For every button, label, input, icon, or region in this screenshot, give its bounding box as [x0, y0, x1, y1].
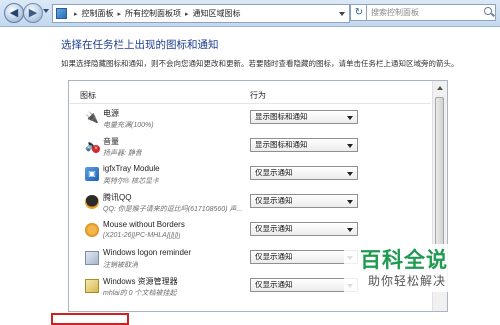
- column-header-icons: 图标: [80, 91, 96, 100]
- scroll-up-icon[interactable]: [437, 86, 443, 90]
- item-name: Windows logon reminder: [103, 248, 192, 257]
- item-description: 英特尔® 核芯显卡: [103, 178, 160, 185]
- windows-explorer-icon: [85, 279, 99, 293]
- item-description: [X201-26][PC-MHLA][][][]: [103, 232, 181, 239]
- watermark-logo-text: 百科全说: [360, 248, 448, 272]
- scroll-thumb[interactable]: [435, 97, 444, 267]
- list-item: ▣ igfxTray Module 英特尔® 核芯显卡 仅显示通知: [69, 163, 431, 191]
- breadcrumb-separator[interactable]: ▸: [185, 11, 189, 18]
- address-dropdown-icon[interactable]: [339, 12, 345, 16]
- mute-badge-icon: ×: [92, 145, 100, 153]
- control-panel-icon: [56, 8, 67, 19]
- watermark-slogan: 助你轻松解决: [368, 274, 447, 288]
- column-header-behavior: 行为: [250, 91, 266, 100]
- power-icon: 🔌: [85, 112, 99, 124]
- breadcrumb-control-panel[interactable]: 控制面板: [82, 9, 114, 18]
- item-description: QQ: 你是猴子请来的逗比吗(617108560) 声...: [103, 206, 243, 213]
- volume-icon: 🔈×: [85, 139, 100, 153]
- header-divider: [69, 103, 431, 104]
- item-name: 电源: [103, 109, 119, 118]
- list-item: Mouse without Borders [X201-26][PC-MHLA]…: [69, 219, 431, 247]
- behavior-select[interactable]: 仅显示通知: [250, 250, 358, 264]
- back-button[interactable]: ◀: [4, 3, 24, 23]
- behavior-select[interactable]: 仅显示通知: [250, 194, 358, 208]
- behavior-select[interactable]: 显示图标和通知: [250, 110, 358, 124]
- item-name: Mouse without Borders: [103, 220, 185, 229]
- behavior-select[interactable]: 仅显示通知: [250, 166, 358, 180]
- item-name: 腾讯QQ: [103, 193, 132, 202]
- recent-pages-dropdown[interactable]: [43, 9, 49, 13]
- search-icon[interactable]: [484, 7, 492, 15]
- behavior-select[interactable]: 仅显示通知: [250, 278, 358, 292]
- breadcrumb-separator[interactable]: ▸: [118, 11, 122, 18]
- list-item: 腾讯QQ QQ: 你是猴子请来的逗比吗(617108560) 声... 仅显示通…: [69, 191, 431, 219]
- breadcrumb-notification-icons[interactable]: 通知区域图标: [193, 9, 241, 18]
- intel-graphics-icon: ▣: [85, 167, 99, 181]
- mouse-without-borders-icon: [85, 223, 99, 237]
- item-description: 扬声器: 静音: [103, 150, 142, 157]
- qq-icon: [85, 195, 99, 209]
- item-description: mhlai的 0 个文档被挂起: [103, 290, 177, 297]
- item-description: 电量充满(100%): [103, 122, 154, 129]
- breadcrumb-all-items[interactable]: 所有控制面板项: [125, 9, 181, 18]
- item-name: Windows 资源管理器: [103, 277, 178, 286]
- list-item: 🔌 电源 电量充满(100%) 显示图标和通知: [69, 107, 431, 135]
- item-description: 注销被取消: [103, 262, 138, 269]
- search-input[interactable]: 搜索控制面板: [366, 4, 496, 21]
- breadcrumb-separator[interactable]: ▸: [74, 11, 78, 18]
- list-item: 🔈× 音量 扬声器: 静音 显示图标和通知: [69, 135, 431, 163]
- forward-button[interactable]: ▶: [23, 3, 43, 23]
- behavior-select[interactable]: 显示图标和通知: [250, 138, 358, 152]
- highlight-box: [51, 313, 129, 325]
- search-placeholder: 搜索控制面板: [371, 8, 419, 17]
- item-name: 音量: [103, 137, 119, 146]
- behavior-select[interactable]: 仅显示通知: [250, 222, 358, 236]
- address-bar[interactable]: ▸ 控制面板 ▸ 所有控制面板项 ▸ 通知区域图标: [52, 4, 350, 23]
- page-description: 如果选择隐藏图标和通知，则不会向您通知更改和更新。若要随时查看隐藏的图标，请单击…: [61, 59, 459, 68]
- page-title: 选择在任务栏上出现的图标和通知: [61, 39, 219, 51]
- windows-logon-reminder-icon: [85, 251, 99, 265]
- address-toolbar: ◀ ▶ ▸ 控制面板 ▸ 所有控制面板项 ▸ 通知区域图标 ↻ 搜索控制面板: [0, 0, 500, 27]
- item-name: igfxTray Module: [103, 164, 160, 173]
